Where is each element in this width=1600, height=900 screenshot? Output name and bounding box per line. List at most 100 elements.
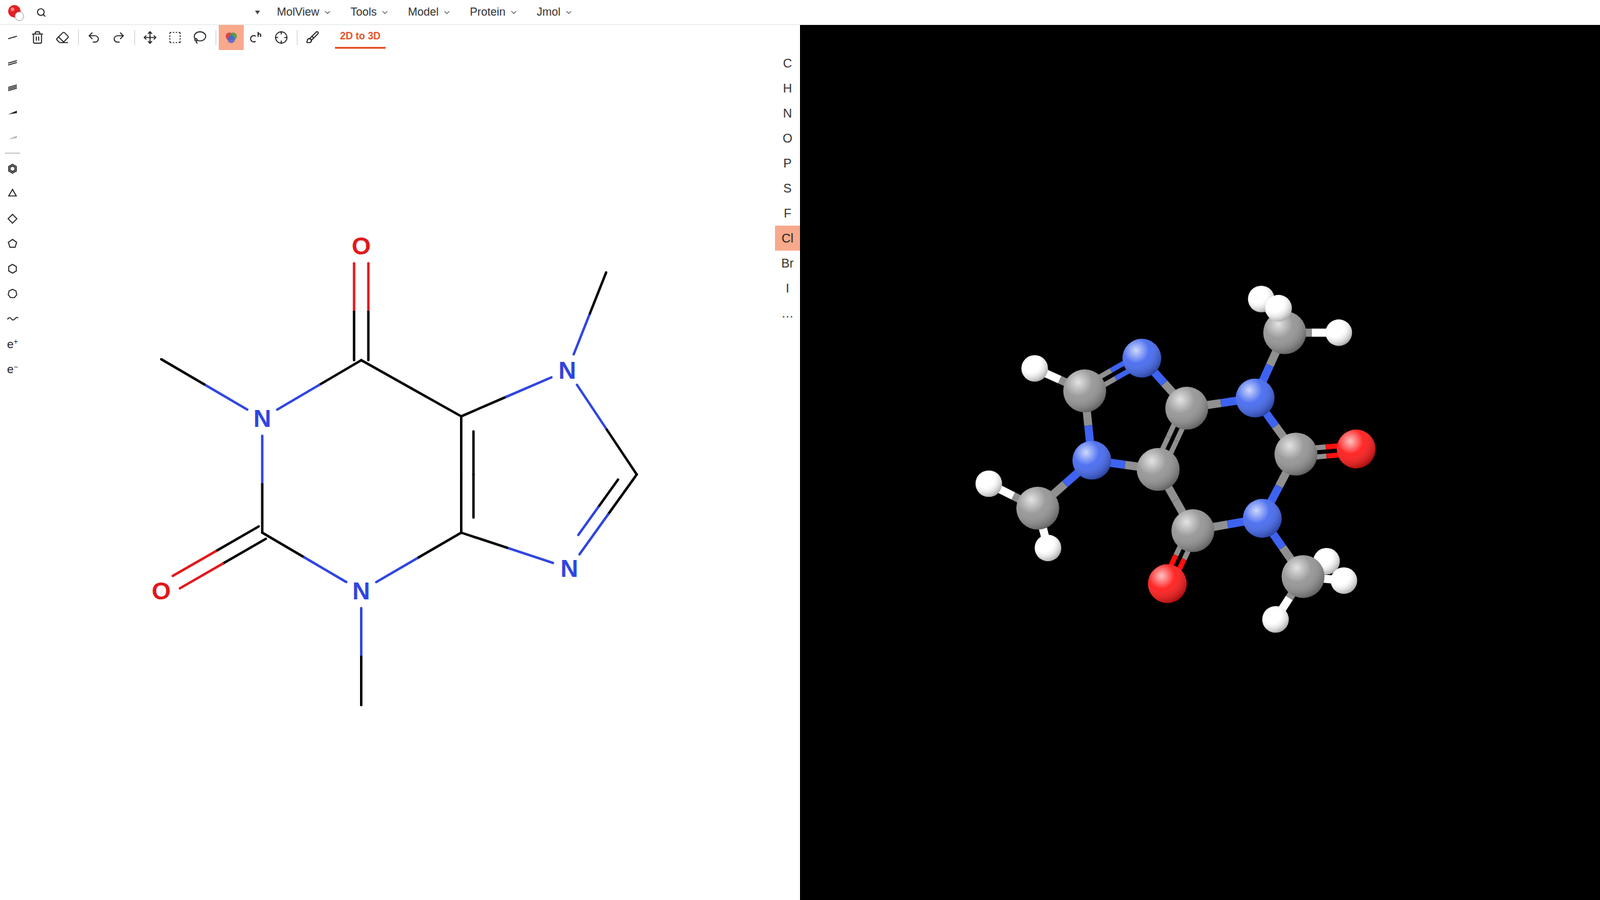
atom-sphere (1165, 386, 1209, 430)
atom-label[interactable]: N (560, 555, 579, 582)
chevron-down-icon (323, 8, 332, 17)
draw-tool-button[interactable] (0, 125, 25, 150)
atom-sphere (1243, 498, 1282, 538)
atom-sphere (1235, 378, 1275, 418)
atom-label[interactable]: O (351, 232, 371, 260)
menu-item[interactable]: Jmol (536, 3, 592, 21)
move-button[interactable] (137, 25, 163, 50)
canvas[interactable]: O N N N O N (25, 50, 775, 900)
ring-3-icon (6, 187, 19, 200)
draw-tool-button[interactable] (0, 75, 25, 100)
menu-item[interactable]: MolView (276, 3, 351, 21)
draw-tool-button[interactable] (0, 306, 25, 332)
structure-sketch[interactable]: O N N N O N (25, 50, 775, 900)
draw-tool-button[interactable] (0, 281, 25, 307)
sketch-area: ONNNONCHNOPSFClBrI… (25, 50, 800, 900)
search-bar[interactable] (31, 3, 266, 21)
atom-label[interactable]: O (151, 577, 171, 605)
draw-tool-button[interactable]: e− (0, 356, 25, 382)
molview-logo-icon (6, 3, 25, 22)
atom-sphere (975, 470, 1002, 497)
convert-2d-to-3d-button[interactable]: 2D to 3D (335, 25, 386, 50)
ring-5-icon (6, 237, 19, 250)
color-button[interactable] (218, 25, 244, 50)
draw-tool-button[interactable] (0, 231, 25, 257)
atom-sphere (1262, 606, 1289, 633)
draw-tool-button[interactable] (0, 50, 25, 75)
undo-button[interactable] (81, 25, 107, 50)
element-button[interactable]: … (775, 300, 800, 326)
element-button[interactable]: O (775, 125, 800, 151)
toolbar: 2D to 3D (25, 25, 800, 50)
lasso-button[interactable] (187, 25, 213, 50)
draw-tool-button[interactable]: e+ (0, 331, 25, 357)
atom-sphere (1336, 429, 1376, 469)
hydrogen-button[interactable] (243, 25, 269, 50)
app: MolViewToolsModelProteinJmol e+e− 2D to 3D… (0, 0, 1600, 900)
chevron-down-icon (380, 8, 390, 17)
logo[interactable] (0, 3, 32, 22)
atom-sphere (1148, 564, 1187, 604)
element-button[interactable]: Cl (775, 225, 800, 251)
atom-sphere (1325, 319, 1352, 346)
bond-double-icon (6, 56, 19, 69)
redo-button[interactable] (106, 25, 132, 50)
chevron-down-icon (509, 8, 519, 17)
redo-icon (111, 30, 126, 45)
atom-label[interactable]: N (558, 356, 577, 384)
center-button[interactable] (268, 25, 294, 50)
workspace: e+e−2D to 3DONNNONCHNOPSFClBrI… (0, 25, 1600, 900)
trash-button[interactable] (25, 25, 50, 50)
atom-sphere (1330, 567, 1357, 594)
atom-sphere (1021, 355, 1048, 382)
eraser-button[interactable] (50, 25, 75, 50)
element-button[interactable]: C (775, 50, 800, 76)
rect-select-button[interactable] (162, 25, 188, 50)
draw-tool-button[interactable] (0, 156, 25, 182)
trash-icon (30, 30, 45, 45)
atom-sphere (1016, 486, 1060, 530)
element-button[interactable]: S (775, 175, 800, 201)
chain-icon (6, 312, 19, 325)
molecule-3d-view[interactable] (800, 25, 1600, 900)
eraser-icon (55, 30, 70, 45)
ring-6-icon (6, 262, 19, 275)
undo-icon (86, 30, 101, 45)
lasso-icon (193, 30, 207, 45)
toolbar-divider (75, 25, 82, 50)
search-icon (36, 7, 47, 18)
element-button[interactable]: N (775, 100, 800, 126)
draw-tool-button[interactable] (0, 181, 25, 207)
atom-sphere (1274, 432, 1318, 476)
element-button[interactable]: Br (775, 250, 800, 276)
element-button[interactable]: P (775, 150, 800, 176)
element-button[interactable]: H (775, 75, 800, 101)
element-button[interactable]: I (775, 275, 800, 301)
draw-tool-button[interactable] (0, 256, 25, 282)
ring-4-icon (6, 212, 19, 225)
atom-label[interactable]: N (352, 577, 370, 605)
search-input[interactable] (51, 3, 250, 21)
dropdown-caret-icon[interactable] (254, 10, 261, 15)
draw-tool-button[interactable] (0, 25, 25, 50)
toolbar-divider (293, 25, 300, 50)
element-button[interactable]: F (775, 200, 800, 226)
toolbar-divider (131, 25, 138, 50)
sketcher-main: 2D to 3DONNNONCHNOPSFClBrI… (25, 25, 800, 900)
menu-item[interactable]: Tools (350, 3, 409, 21)
draw-tool-button[interactable] (0, 206, 25, 232)
ring-7-icon (6, 287, 19, 300)
atom-sphere (1171, 509, 1215, 553)
atom-sphere (1281, 555, 1325, 599)
menu-item[interactable]: Model (408, 3, 470, 21)
menubar: MolViewToolsModelProteinJmol (0, 0, 1600, 25)
bond-lines (161, 263, 637, 705)
ring-benzene-icon (6, 162, 19, 175)
menu-item[interactable]: Protein (470, 3, 537, 21)
clean-button[interactable] (300, 25, 325, 50)
hydrogen-icon (248, 30, 264, 45)
bond-wedge-icon (6, 106, 19, 119)
tool-divider (5, 152, 20, 154)
atom-label[interactable]: N (253, 405, 271, 432)
draw-tool-button[interactable] (0, 100, 25, 125)
